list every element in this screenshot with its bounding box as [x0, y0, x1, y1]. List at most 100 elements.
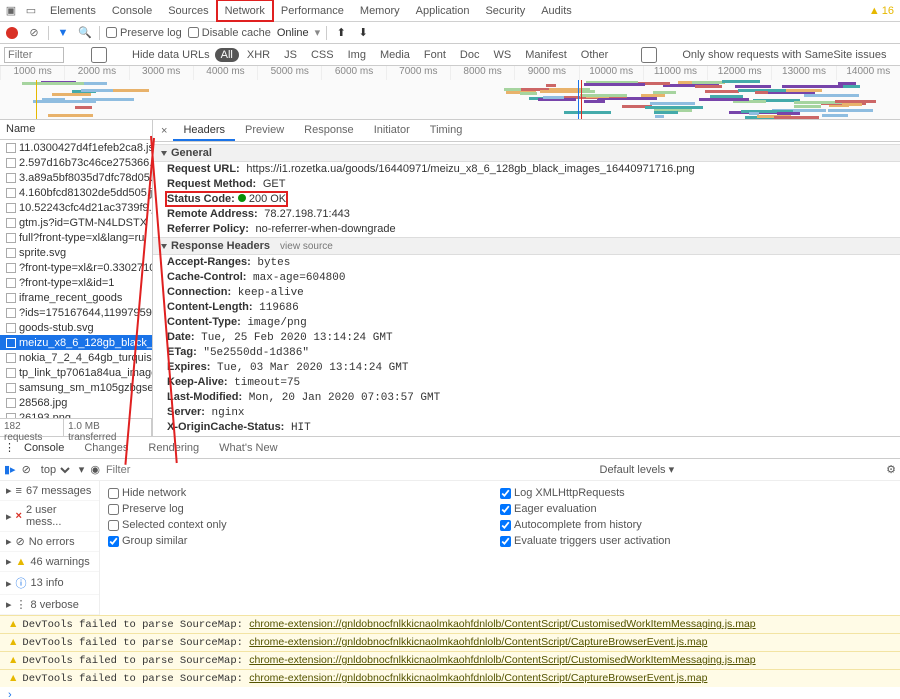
console-filter-item[interactable]: ▸×2 user mess... [0, 501, 99, 532]
sourcemap-link[interactable]: chrome-extension://gnldobnocfnlkkicnaolm… [249, 654, 755, 666]
sidebar-toggle-icon[interactable]: ▮▸ [4, 463, 16, 476]
device-icon[interactable]: ▭ [22, 2, 40, 20]
request-row[interactable]: ?front-type=xl&r=0.33027101 [0, 260, 152, 275]
filter-ws[interactable]: WS [487, 48, 517, 62]
search-icon[interactable]: 🔍 [77, 25, 93, 41]
request-row[interactable]: gtm.js?id=GTM-N4LDSTX [0, 215, 152, 230]
disable-cache-checkbox[interactable]: Disable cache [188, 27, 271, 39]
console-opt[interactable]: Preserve log [108, 501, 500, 517]
clear-console-icon[interactable]: ⊘ [22, 463, 31, 476]
general-section[interactable]: General [153, 144, 900, 162]
detail-tab-headers[interactable]: Headers [173, 121, 235, 141]
warning-badge[interactable]: ▲ 16 [869, 5, 898, 17]
download-icon[interactable]: ⬇ [355, 25, 371, 41]
filter-all[interactable]: All [215, 48, 239, 62]
request-list: Name 11.0300427d4f1efeb2ca8.js2.597d16b7… [0, 120, 153, 436]
console-opt[interactable]: Selected context only [108, 517, 500, 533]
record-button[interactable] [4, 25, 20, 41]
samesite-checkbox[interactable]: Only show requests with SameSite issues [619, 47, 886, 63]
detail-tab-response[interactable]: Response [294, 121, 364, 141]
inspect-icon[interactable]: ▣ [2, 2, 20, 20]
tab-security[interactable]: Security [477, 0, 533, 21]
upload-icon[interactable]: ⬆ [333, 25, 349, 41]
request-row[interactable]: 10.52243cfc4d21ac3739f9.js [0, 200, 152, 215]
settings-icon[interactable]: ⚙ [886, 463, 896, 476]
console-filter-item[interactable]: ▸ⓘ13 info [0, 572, 99, 595]
tab-memory[interactable]: Memory [352, 0, 408, 21]
eye-icon[interactable]: ◉ [90, 463, 100, 476]
request-row[interactable]: goods-stub.svg [0, 320, 152, 335]
name-column-header[interactable]: Name [0, 120, 152, 140]
request-row[interactable]: ?front-type=xl&id=1 [0, 275, 152, 290]
console-filter-item[interactable]: ▸⊘No errors [0, 532, 99, 552]
filter-font[interactable]: Font [418, 48, 452, 62]
filter-xhr[interactable]: XHR [241, 48, 276, 62]
console-opt[interactable]: Group similar [108, 533, 500, 549]
filter-js[interactable]: JS [278, 48, 303, 62]
filter-doc[interactable]: Doc [454, 48, 486, 62]
filter-img[interactable]: Img [342, 48, 372, 62]
panel-tabs: ElementsConsoleSourcesNetworkPerformance… [42, 0, 580, 21]
tab-elements[interactable]: Elements [42, 0, 104, 21]
detail-tab-timing[interactable]: Timing [420, 121, 473, 141]
tab-performance[interactable]: Performance [273, 0, 352, 21]
hide-dataurls-checkbox[interactable]: Hide data URLs [69, 47, 210, 63]
filter-icon[interactable]: ▼ [55, 25, 71, 41]
filter-manifest[interactable]: Manifest [519, 48, 573, 62]
console-filter-item[interactable]: ▸≡67 messages [0, 481, 99, 501]
throttle-select[interactable]: Online [277, 27, 309, 39]
sourcemap-link[interactable]: chrome-extension://gnldobnocfnlkkicnaolm… [249, 672, 707, 684]
filter-media[interactable]: Media [374, 48, 416, 62]
request-row[interactable]: 11.0300427d4f1efeb2ca8.js [0, 140, 152, 155]
console-opt[interactable]: Log XMLHttpRequests [500, 485, 892, 501]
sourcemap-link[interactable]: chrome-extension://gnldobnocfnlkkicnaolm… [249, 636, 707, 648]
devtools-topbar: ▣ ▭ ElementsConsoleSourcesNetworkPerform… [0, 0, 900, 22]
detail-tab-preview[interactable]: Preview [235, 121, 294, 141]
console-filter-item[interactable]: ▸⋮8 verbose [0, 595, 99, 615]
close-icon[interactable]: × [155, 125, 173, 137]
console-warning-row: ▲DevTools failed to parse SourceMap: chr… [0, 615, 900, 633]
tab-network[interactable]: Network [217, 0, 273, 21]
request-row[interactable]: iframe_recent_goods [0, 290, 152, 305]
request-row[interactable]: tp_link_tp7061a84ua_images_ [0, 365, 152, 380]
drawer-tab-rendering[interactable]: Rendering [138, 439, 209, 457]
tab-application[interactable]: Application [408, 0, 478, 21]
tab-console[interactable]: Console [104, 0, 160, 21]
view-source-link[interactable]: view source [280, 241, 333, 252]
context-select[interactable]: top [37, 463, 73, 477]
filter-input[interactable] [4, 47, 64, 63]
tab-audits[interactable]: Audits [533, 0, 580, 21]
filter-other[interactable]: Other [575, 48, 615, 62]
console-opt[interactable]: Eager evaluation [500, 501, 892, 517]
console-warning-row: ▲DevTools failed to parse SourceMap: chr… [0, 669, 900, 687]
console-opt[interactable]: Evaluate triggers user activation [500, 533, 892, 549]
request-row[interactable]: 2.597d16b73c46ce275366.js [0, 155, 152, 170]
detail-tab-initiator[interactable]: Initiator [364, 121, 420, 141]
request-row[interactable]: full?front-type=xl&lang=ru [0, 230, 152, 245]
headers-view: General Request URL: https://i1.rozetka.… [153, 142, 900, 436]
request-row[interactable]: 26193.png [0, 410, 152, 418]
overview-waterfall[interactable]: 1000 ms2000 ms3000 ms4000 ms5000 ms6000 … [0, 66, 900, 120]
sourcemap-link[interactable]: chrome-extension://gnldobnocfnlkkicnaolm… [249, 618, 755, 630]
request-row[interactable]: nokia_7_2_4_64gb_turquise_i... [0, 350, 152, 365]
console-filter-input[interactable] [106, 464, 594, 476]
levels-select[interactable]: Default levels ▾ [600, 463, 675, 476]
request-row[interactable]: 4.160bfcd81302de5dd505.js [0, 185, 152, 200]
clear-button[interactable]: ⊘ [26, 25, 42, 41]
request-row[interactable]: 3.a89a5bf8035d7dfc78d05.js [0, 170, 152, 185]
console-opt[interactable]: Autocomplete from history [500, 517, 892, 533]
filter-css[interactable]: CSS [305, 48, 340, 62]
request-row[interactable]: sprite.svg [0, 245, 152, 260]
console-opt[interactable]: Hide network [108, 485, 500, 501]
main-area: Name 11.0300427d4f1efeb2ca8.js2.597d16b7… [0, 120, 900, 436]
preserve-log-checkbox[interactable]: Preserve log [106, 27, 182, 39]
request-row[interactable]: meizu_x8_6_128gb_black_ima [0, 335, 152, 350]
console-filter-item[interactable]: ▸▲46 warnings [0, 552, 99, 572]
drawer-tab-whatsnew[interactable]: What's New [209, 439, 287, 457]
response-headers-section[interactable]: Response Headersview source [153, 237, 900, 255]
request-row[interactable]: ?ids=175167644,119979595,1 [0, 305, 152, 320]
request-row[interactable]: 28568.jpg [0, 395, 152, 410]
tab-sources[interactable]: Sources [160, 0, 216, 21]
console-prompt[interactable]: › [0, 687, 900, 699]
request-row[interactable]: samsung_sm_m105gzbgsek_i... [0, 380, 152, 395]
